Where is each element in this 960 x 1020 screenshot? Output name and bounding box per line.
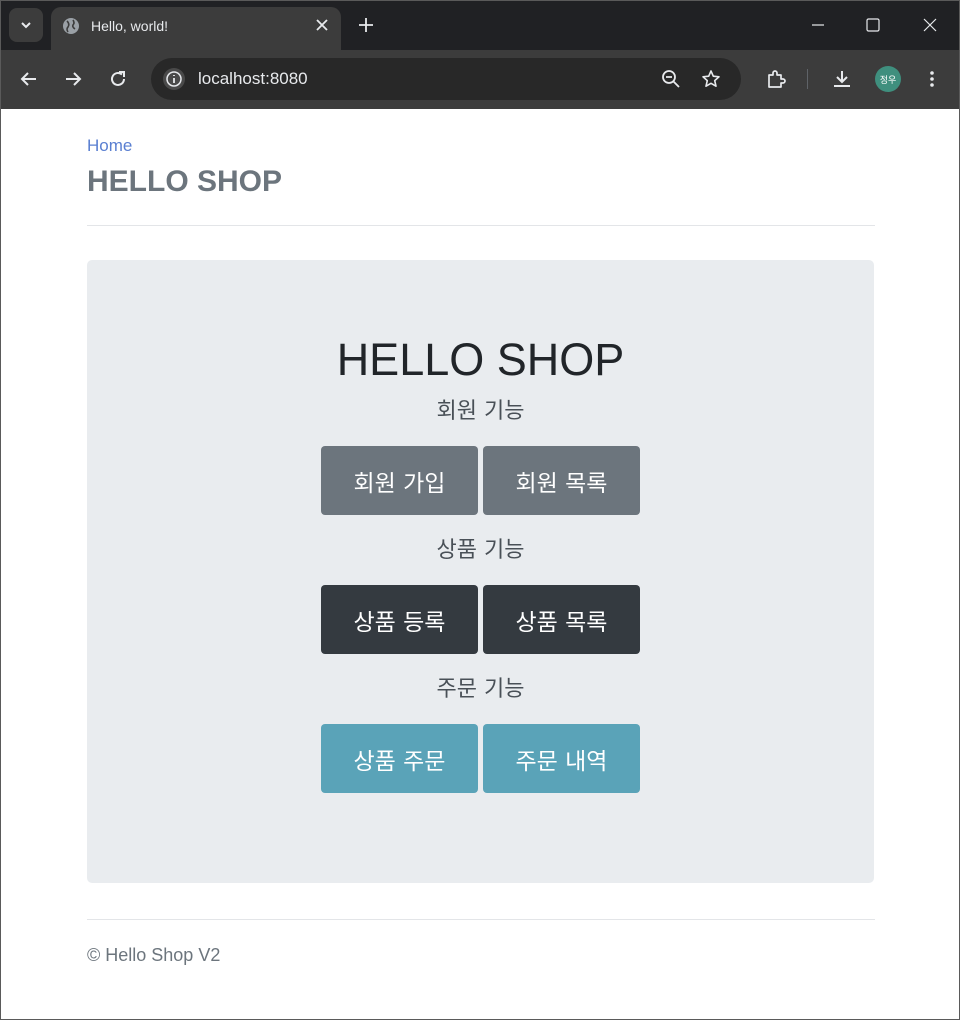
avatar[interactable]: 정우 — [875, 66, 901, 92]
plus-icon[interactable] — [356, 15, 376, 35]
address-bar[interactable]: localhost:8080 — [151, 58, 741, 100]
member-section-label: 회원 기능 — [436, 399, 525, 424]
header-divider — [87, 225, 875, 226]
item-order-button[interactable]: 상품 주문 — [321, 724, 478, 793]
tab-strip: Hello, world! — [0, 0, 960, 50]
member-join-button[interactable]: 회원 가입 — [321, 446, 478, 515]
active-tab[interactable]: Hello, world! — [51, 7, 341, 50]
close-icon[interactable] — [313, 16, 331, 34]
tab-search-button[interactable] — [9, 8, 43, 42]
url-text: localhost:8080 — [198, 69, 308, 88]
tab-title: Hello, world! — [91, 18, 169, 34]
kebab-menu-icon[interactable] — [921, 68, 943, 90]
maximize-icon[interactable] — [863, 15, 883, 35]
minimize-icon[interactable] — [808, 15, 828, 35]
footer-divider — [87, 919, 875, 920]
site-info-icon[interactable] — [163, 68, 185, 90]
back-arrow-icon[interactable] — [18, 68, 40, 90]
item-list-button[interactable]: 상품 목록 — [483, 585, 640, 654]
toolbar-separator — [807, 69, 808, 89]
download-icon[interactable] — [831, 68, 853, 90]
page-title: HELLO SHOP — [87, 165, 283, 198]
jumbotron-title: HELLO SHOP — [336, 334, 625, 385]
member-list-button[interactable]: 회원 목록 — [483, 446, 640, 515]
footer-copyright: © Hello Shop V2 — [87, 945, 221, 965]
order-section-label: 주문 기능 — [436, 677, 525, 702]
item-register-button[interactable]: 상품 등록 — [321, 585, 478, 654]
item-section-label: 상품 기능 — [436, 538, 525, 563]
breadcrumb-home-link[interactable]: Home — [87, 136, 132, 156]
globe-icon — [63, 18, 79, 34]
browser-toolbar: localhost:8080 정우 — [0, 50, 960, 109]
extensions-icon[interactable] — [765, 68, 787, 90]
jumbotron: HELLO SHOP 회원 기능 회원 가입 회원 목록 상품 기능 상품 등록… — [87, 260, 874, 883]
star-icon[interactable] — [701, 69, 721, 89]
order-history-button[interactable]: 주문 내역 — [483, 724, 640, 793]
zoom-out-icon[interactable] — [661, 69, 681, 89]
forward-arrow-icon[interactable] — [62, 68, 84, 90]
tab-search-icon — [21, 22, 31, 29]
reload-icon[interactable] — [107, 68, 129, 90]
window-close-icon[interactable] — [920, 15, 940, 35]
page-content: Home HELLO SHOP HELLO SHOP 회원 기능 회원 가입 회… — [0, 109, 960, 1020]
